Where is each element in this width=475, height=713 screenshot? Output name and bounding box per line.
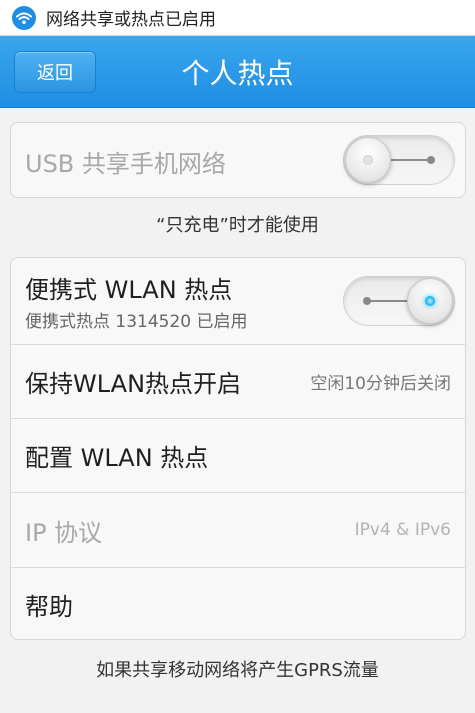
status-bar: 网络共享或热点已启用 — [0, 0, 475, 36]
help-row[interactable]: 帮助 — [11, 568, 465, 640]
traffic-note: 如果共享移动网络将产生GPRS流量 — [96, 660, 379, 681]
back-button[interactable]: 返回 — [14, 51, 96, 93]
wlan-hotspot-toggle[interactable] — [343, 276, 455, 326]
usb-tether-toggle[interactable] — [343, 135, 455, 185]
ip-protocol-label: IP 协议 — [25, 518, 103, 547]
title-bar: 个人热点 返回 — [0, 36, 475, 108]
usb-tether-label: USB 共享手机网络 — [25, 149, 226, 178]
usb-tether-card: USB 共享手机网络 — [10, 122, 466, 198]
toggle-knob — [345, 137, 391, 183]
toggle-knob — [407, 278, 453, 324]
configure-hotspot-label: 配置 WLAN 热点 — [25, 444, 209, 472]
wlan-hotspot-card: 便携式 WLAN 热点 便携式热点 1314520 已启用 保持WLAN热点开启… — [10, 257, 466, 640]
configure-hotspot-row[interactable]: 配置 WLAN 热点 — [11, 419, 465, 492]
usb-caption: “只充电”时才能使用 — [156, 215, 319, 236]
keep-hotspot-on-row[interactable]: 保持WLAN热点开启 空闲10分钟后关闭 — [11, 345, 465, 418]
wifi-icon — [12, 5, 36, 30]
help-label: 帮助 — [25, 592, 73, 621]
status-text: 网络共享或热点已启用 — [46, 10, 216, 30]
ip-protocol-value: IPv4 & IPv6 — [354, 520, 451, 540]
ip-protocol-row[interactable]: IP 协议 IPv4 & IPv6 — [11, 493, 465, 567]
keep-hotspot-on-label: 保持WLAN热点开启 — [25, 370, 242, 398]
keep-hotspot-on-value: 空闲10分钟后关闭 — [310, 374, 451, 394]
wlan-hotspot-label: 便携式 WLAN 热点 — [25, 276, 233, 304]
wlan-hotspot-status: 便携式热点 1314520 已启用 — [25, 312, 248, 332]
